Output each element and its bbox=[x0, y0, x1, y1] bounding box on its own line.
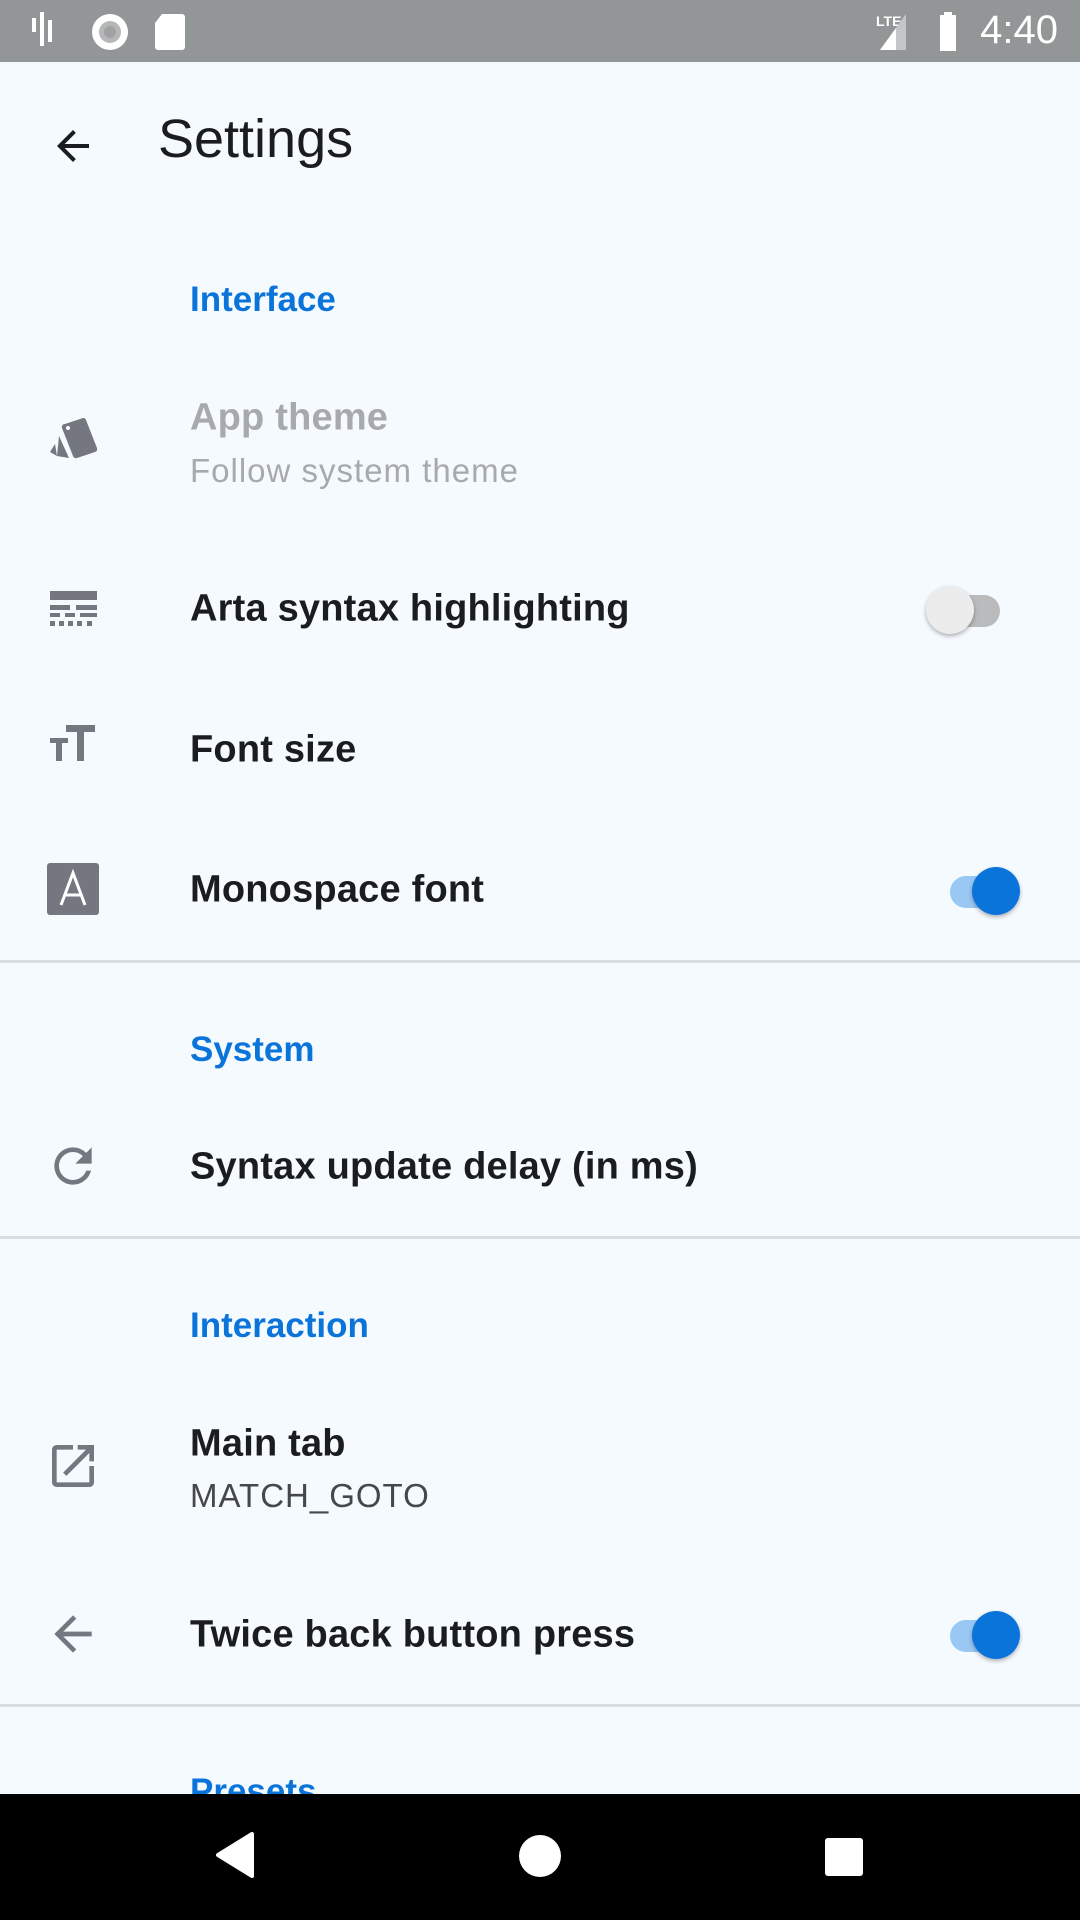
text-lines-icon bbox=[50, 591, 97, 626]
monospace-font-switch[interactable] bbox=[942, 862, 1022, 918]
section-header-interaction: Interaction bbox=[190, 1306, 369, 1345]
open-in-new-icon bbox=[52, 1445, 94, 1487]
setting-title: Twice back button press bbox=[190, 1613, 636, 1656]
arta-syntax-switch[interactable] bbox=[926, 581, 1008, 637]
divider bbox=[0, 960, 1080, 963]
twice-back-switch[interactable] bbox=[942, 1606, 1022, 1662]
nav-home-button[interactable] bbox=[518, 1834, 562, 1878]
palette-swatch-icon bbox=[50, 417, 98, 459]
record-icon bbox=[92, 14, 128, 50]
signal-battery-icons: LTE bbox=[876, 12, 956, 51]
setting-title: Main tab bbox=[190, 1422, 346, 1465]
battery-icon bbox=[940, 12, 956, 51]
nav-recents-button[interactable] bbox=[824, 1837, 864, 1877]
setting-title: Syntax update delay (in ms) bbox=[190, 1145, 698, 1188]
setting-summary: MATCH_GOTO bbox=[190, 1477, 430, 1514]
section-header-interface: Interface bbox=[190, 280, 336, 319]
audio-wave-icon bbox=[32, 12, 52, 46]
status-bar: LTE 4:40 bbox=[0, 0, 1080, 62]
refresh-icon bbox=[54, 1147, 92, 1185]
arrow-back-icon[interactable] bbox=[49, 122, 97, 170]
section-header-system: System bbox=[190, 1030, 315, 1069]
page-title: Settings bbox=[158, 109, 354, 169]
navigation-bar bbox=[0, 1794, 1080, 1920]
sd-card-icon bbox=[155, 14, 185, 50]
divider bbox=[0, 1236, 1080, 1239]
notification-icons bbox=[32, 12, 185, 50]
setting-title: Arta syntax highlighting bbox=[190, 587, 630, 630]
format-size-icon bbox=[50, 725, 95, 761]
font-a-icon bbox=[47, 863, 99, 915]
nav-back-button[interactable] bbox=[214, 1832, 258, 1878]
setting-title: Monospace font bbox=[190, 868, 485, 911]
setting-title: App theme bbox=[190, 396, 389, 439]
arrow-back-icon bbox=[54, 1615, 92, 1653]
divider bbox=[0, 1704, 1080, 1707]
setting-title: Font size bbox=[190, 728, 357, 771]
setting-summary: Follow system theme bbox=[190, 452, 519, 489]
status-time: 4:40 bbox=[980, 8, 1058, 52]
